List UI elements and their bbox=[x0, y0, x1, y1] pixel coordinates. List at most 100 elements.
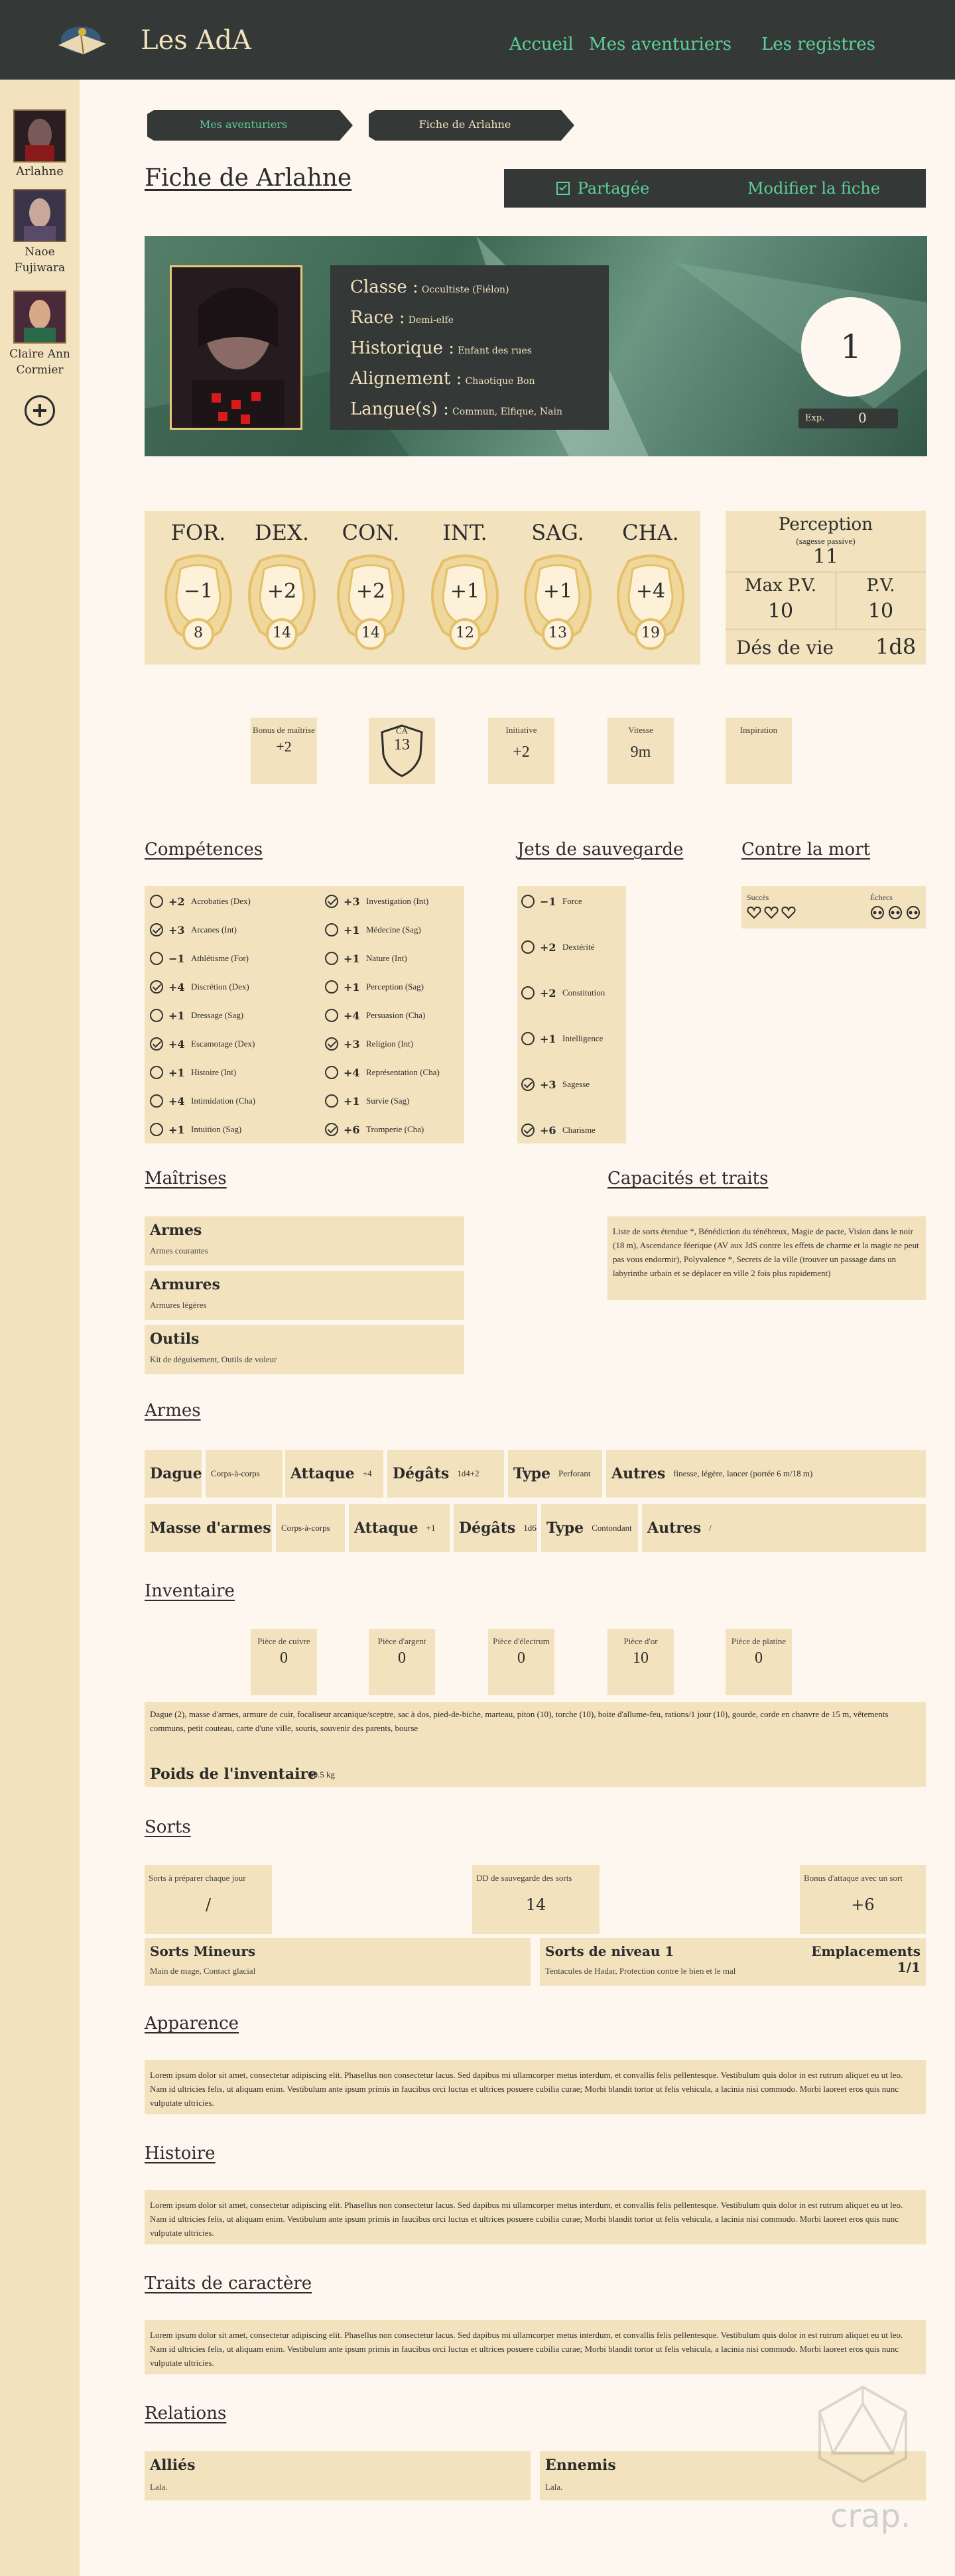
proficiency-checkbox[interactable] bbox=[150, 1066, 163, 1079]
checkbox-icon bbox=[556, 182, 570, 195]
plus-circle-icon[interactable] bbox=[25, 395, 55, 426]
heart-icon[interactable] bbox=[764, 906, 779, 919]
skill-row[interactable]: −1 Athlétisme (For) bbox=[150, 950, 249, 967]
nav-link-home[interactable]: Accueil bbox=[509, 34, 574, 54]
proficiency-checkbox[interactable] bbox=[325, 980, 338, 994]
sidebar-name-claire[interactable]: Claire Ann Cormier bbox=[0, 346, 80, 378]
skill-row[interactable]: +1 Intelligence bbox=[521, 1030, 603, 1047]
exp-bar: Exp. 0 bbox=[798, 409, 898, 428]
proficiency-checkbox[interactable] bbox=[325, 1037, 338, 1051]
spell-slots[interactable]: Emplacements 1/1 bbox=[792, 1943, 921, 1975]
skull-icon[interactable] bbox=[906, 906, 921, 921]
skill-row[interactable]: +4 Escamotage (Dex) bbox=[150, 1035, 255, 1053]
skill-row[interactable]: +1 Perception (Sag) bbox=[325, 978, 424, 996]
skill-name: Athlétisme (For) bbox=[191, 953, 249, 963]
skill-row[interactable]: +6 Tromperie (Cha) bbox=[325, 1121, 424, 1138]
proficiency-checkbox[interactable] bbox=[325, 1066, 338, 1079]
ability-score[interactable]: 12 bbox=[428, 625, 501, 641]
heart-icon[interactable] bbox=[781, 906, 796, 919]
proficiency-checkbox[interactable] bbox=[521, 895, 535, 908]
hp-label: P.V. bbox=[866, 576, 895, 596]
sidebar-name-arlahne[interactable]: Arlahne bbox=[0, 164, 80, 178]
shared-button[interactable]: Partagée bbox=[504, 169, 702, 208]
proficiency-checkbox[interactable] bbox=[325, 952, 338, 965]
skill-name: Survie (Sag) bbox=[366, 1096, 410, 1106]
skill-row[interactable]: +1 Survie (Sag) bbox=[325, 1092, 409, 1110]
proficiency-checkbox[interactable] bbox=[150, 980, 163, 994]
skull-icon[interactable] bbox=[888, 906, 903, 921]
proficiency-checkbox[interactable] bbox=[325, 895, 338, 908]
skill-bonus: −1 bbox=[540, 895, 556, 908]
skill-name: Constitution bbox=[562, 988, 605, 998]
proficiency-checkbox[interactable] bbox=[150, 1037, 163, 1051]
proficiency-checkbox[interactable] bbox=[150, 952, 163, 965]
book-logo-icon[interactable] bbox=[52, 20, 113, 60]
skill-row[interactable]: +4 Discrétion (Dex) bbox=[150, 978, 249, 996]
skill-row[interactable]: +4 Persuasion (Cha) bbox=[325, 1007, 425, 1024]
weapon-row[interactable]: Masse d'armes Corps-à-corps Attaque +1 Dégât… bbox=[145, 1504, 926, 1552]
skill-row[interactable]: +1 Intuition (Sag) bbox=[150, 1121, 241, 1138]
skill-row[interactable]: +1 Histoire (Int) bbox=[150, 1064, 236, 1081]
coin-box[interactable]: Pièce d'argent 0 bbox=[369, 1629, 435, 1695]
breadcrumb-item-adventurers[interactable]: Mes aventuriers bbox=[147, 110, 353, 141]
skill-row[interactable]: −1 Force bbox=[521, 893, 582, 910]
proficiency-checkbox[interactable] bbox=[150, 895, 163, 908]
skill-row[interactable]: +3 Investigation (Int) bbox=[325, 893, 428, 910]
sidebar-name-naoe[interactable]: Naoe Fujiwara bbox=[0, 244, 80, 276]
skill-row[interactable]: +4 Intimidation (Cha) bbox=[150, 1092, 255, 1110]
proficiency-checkbox[interactable] bbox=[521, 1124, 535, 1137]
ability-score[interactable]: 8 bbox=[162, 625, 235, 641]
ability-score[interactable]: 19 bbox=[614, 625, 687, 641]
inspiration-box[interactable]: Inspiration bbox=[726, 718, 792, 784]
skill-row[interactable]: +4 Représentation (Cha) bbox=[325, 1064, 440, 1081]
edit-sheet-button[interactable]: Modifier la fiche bbox=[702, 169, 926, 208]
proficiency-checkbox[interactable] bbox=[325, 923, 338, 936]
coin-box[interactable]: Pièce d'or 10 bbox=[607, 1629, 674, 1695]
proficiency-checkbox[interactable] bbox=[150, 1094, 163, 1108]
proficiency-checkbox[interactable] bbox=[150, 1009, 163, 1022]
top-navbar: Les AdA Accueil Mes aventuriers Les regi… bbox=[0, 0, 955, 80]
weapon-name: Masse d'armes bbox=[145, 1504, 272, 1552]
skill-row[interactable]: +2 Dextérité bbox=[521, 938, 594, 956]
skill-row[interactable]: +3 Sagesse bbox=[521, 1076, 590, 1093]
avatar-claire[interactable] bbox=[13, 290, 66, 344]
skill-row[interactable]: +3 Religion (Int) bbox=[325, 1035, 413, 1053]
ability-score[interactable]: 13 bbox=[521, 625, 594, 641]
proficiency-checkbox[interactable] bbox=[521, 940, 535, 954]
hp-value[interactable]: 10 bbox=[836, 600, 926, 623]
ability-2: CON. +2 14 bbox=[334, 520, 407, 659]
proficiency-checkbox[interactable] bbox=[325, 1094, 338, 1108]
heart-icon[interactable] bbox=[747, 906, 761, 919]
brand-title[interactable]: Les AdA bbox=[141, 25, 251, 56]
avatar-naoe[interactable] bbox=[13, 189, 66, 242]
nav-link-registers[interactable]: Les registres bbox=[761, 34, 875, 54]
skill-row[interactable]: +2 Constitution bbox=[521, 984, 605, 1001]
skill-row[interactable]: +2 Acrobaties (Dex) bbox=[150, 893, 251, 910]
coin-box[interactable]: Pièce d'électrum 0 bbox=[488, 1629, 554, 1695]
coin-box[interactable]: Pièce de platine 0 bbox=[726, 1629, 792, 1695]
skill-row[interactable]: +1 Dressage (Sag) bbox=[150, 1007, 243, 1024]
proficiency-checkbox[interactable] bbox=[521, 1032, 535, 1045]
skill-row[interactable]: +1 Médecine (Sag) bbox=[325, 921, 421, 938]
skill-row[interactable]: +1 Nature (Int) bbox=[325, 950, 407, 967]
skull-icon[interactable] bbox=[870, 906, 885, 921]
proficiency-checkbox[interactable] bbox=[325, 1009, 338, 1022]
coin-box[interactable]: Pièce de cuivre 0 bbox=[251, 1629, 317, 1695]
skill-name: Intelligence bbox=[562, 1033, 604, 1043]
ability-score[interactable]: 14 bbox=[334, 625, 407, 641]
ability-score[interactable]: 14 bbox=[245, 625, 318, 641]
skill-row[interactable]: +6 Charisme bbox=[521, 1122, 596, 1139]
nav-link-adventurers[interactable]: Mes aventuriers bbox=[589, 34, 732, 54]
max-hp-value[interactable]: 10 bbox=[726, 600, 836, 623]
skill-row[interactable]: +3 Arcanes (Int) bbox=[150, 921, 237, 938]
avatar-arlahne[interactable] bbox=[13, 109, 66, 162]
proficiency-checkbox[interactable] bbox=[150, 1123, 163, 1136]
proficiency-checkbox[interactable] bbox=[325, 1123, 338, 1136]
proficiency-checkbox[interactable] bbox=[150, 923, 163, 936]
proficiency-checkbox[interactable] bbox=[521, 986, 535, 999]
perception-value: 11 bbox=[812, 545, 839, 568]
weapon-row[interactable]: Dague Corps-à-corps Attaque +4 Dégâts 1d4+2 Ty… bbox=[145, 1450, 926, 1498]
proficiency-checkbox[interactable] bbox=[521, 1078, 535, 1091]
skill-bonus: +3 bbox=[344, 895, 360, 908]
character-portrait bbox=[170, 265, 302, 430]
